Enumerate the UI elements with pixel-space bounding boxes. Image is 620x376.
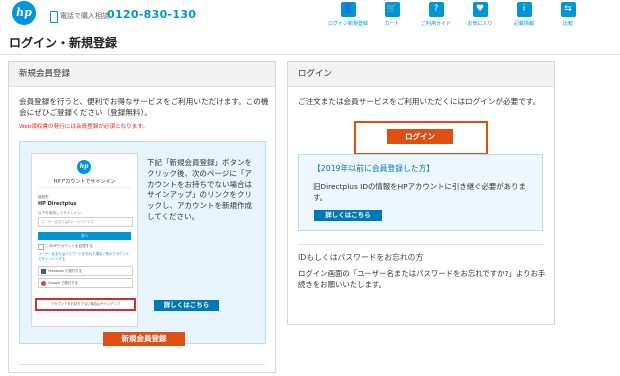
mock-facebook-label: Facebook で続行する (48, 269, 82, 273)
legacy-more-button[interactable]: 詳しくはこちら (314, 210, 382, 221)
register-panel: 新規会員登録 会員登録を行うと、便利でお得なサービスをご利用いただけます。この機… (8, 61, 276, 373)
mock-google-label: Google で続行する (48, 281, 78, 285)
mock-signup-link: アカウントをお持ちでない場合はサインアップ (35, 298, 136, 311)
signin-screenshot: hp HPアカウントでサインイン 接続先 HP Directplus 以下を使用… (31, 153, 138, 327)
register-description: 会員登録を行うと、便利でお得なサービスをご利用いただけます。この機会にぜひご登録… (19, 97, 269, 117)
register-button[interactable]: 新規会員登録 (103, 332, 185, 346)
facebook-icon (41, 268, 46, 274)
mock-checkbox (38, 244, 44, 250)
signup-instructions: 下記「新規会員登録」ボタンをクリック後、次のページに「アカウントをお持ちでない場… (147, 158, 252, 221)
mock-remember-label: このHPアカウントを記憶する (45, 244, 93, 248)
nav-info[interactable]: i 記載情報 (504, 2, 544, 28)
forgot-password-title: IDもしくはパスワードをお忘れの方 (298, 253, 424, 262)
nav-compare[interactable]: ⇆ 比較 (548, 2, 588, 28)
phone-label: 電話で購入相談 (60, 12, 109, 20)
heart-icon: ♥ (472, 2, 488, 17)
login-description: ご注文または会員サービスをご利用いただくにはログインが必要です。 (298, 97, 541, 106)
register-more-button[interactable]: 詳しくはこちら (154, 300, 219, 311)
login-heading: ログイン (288, 62, 554, 87)
cart-icon: 🛒 (384, 2, 400, 17)
page-title: ログイン・新規登録 (9, 36, 118, 50)
login-button[interactable]: ログイン (387, 129, 453, 144)
register-note: Web領収書の発行には会員登録が必須となります。 (19, 124, 148, 130)
register-heading: 新規会員登録 (9, 62, 275, 87)
nav-cart[interactable]: 🛒 カート (372, 2, 412, 28)
divider (38, 187, 131, 188)
phone-icon (50, 11, 58, 23)
nav-login-label: ログイン新規登録 (328, 21, 369, 27)
nav-compare-label: 比較 (562, 21, 573, 27)
mock-title: HPアカウントでサインイン (53, 179, 116, 185)
legacy-text: 旧Directplus IDの情報をHPアカウントに引き継ぐ必要があります。 (313, 182, 526, 202)
nav-cart-label: カート (384, 21, 400, 27)
divider (19, 364, 265, 365)
mock-google-button: Google で続行する (38, 278, 133, 288)
nav-login[interactable]: 👤 ログイン新規登録 (328, 2, 368, 28)
compare-icon: ⇆ (560, 2, 576, 17)
nav-favorites-label: お気に入り (467, 21, 493, 27)
forgot-password-text: ログイン画面の「ユーザー名またはパスワードをお忘れですか?」よりお手続きをお願い… (298, 269, 546, 289)
hp-logo[interactable]: hp (12, 1, 36, 25)
mock-sub-label: 以下を使用してサインイン： (38, 211, 85, 215)
nav-info-label: 記載情報 (513, 21, 534, 27)
legacy-title: 【2019年以前に会員登録した方】 (313, 164, 435, 173)
hp-logo: hp (77, 160, 91, 174)
login-panel: ログイン ご注文または会員サービスをご利用いただくにはログインが必要です。 ログ… (287, 61, 555, 325)
nav-guide-label: ご利用ガイド (420, 21, 451, 27)
mock-username-input: ユーザー名またはEメールアドレス (38, 217, 133, 227)
phone-number[interactable]: 0120-830-130 (107, 8, 196, 21)
site-header: hp 電話で購入相談 0120-830-130 👤 ログイン新規登録 🛒 カート… (0, 0, 620, 30)
info-icon: i (516, 2, 532, 17)
guide-icon: ? (428, 2, 444, 17)
divider (298, 244, 544, 245)
nav-favorites[interactable]: ♥ お気に入り (460, 2, 500, 28)
google-icon (41, 280, 46, 286)
signup-info-box: hp HPアカウントでサインイン 接続先 HP Directplus 以下を使用… (19, 141, 266, 344)
mock-help-links: ユーザー名またはパスワードを忘れた場合 / 別のアカウントでサインインする (38, 252, 130, 261)
mock-facebook-button: Facebook で続行する (38, 266, 133, 276)
nav-guide[interactable]: ? ご利用ガイド (416, 2, 456, 28)
mock-next-button: 次へ (38, 232, 131, 240)
user-icon: 👤 (340, 2, 356, 17)
divider (0, 54, 620, 55)
mock-app-name: HP Directplus (38, 201, 77, 207)
mock-app-label: 接続先 (38, 195, 49, 199)
